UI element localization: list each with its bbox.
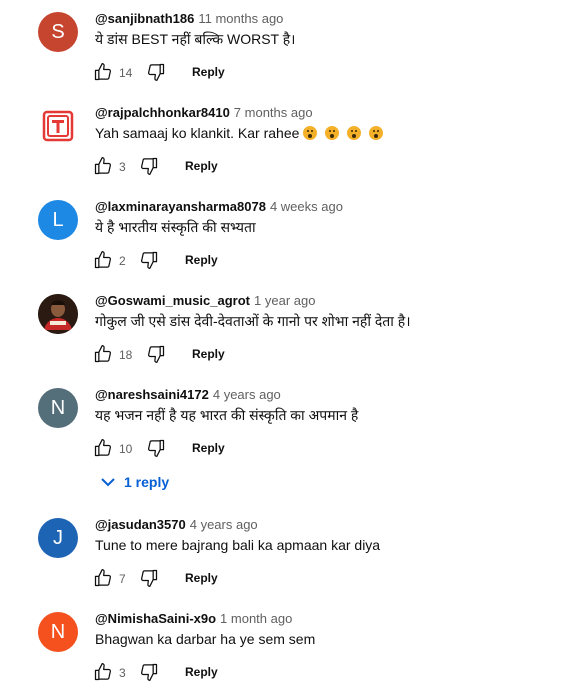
comment-thread: @Goswami_music_agrot 1 year ago गोकुल जी … bbox=[0, 292, 575, 372]
like-count: 3 bbox=[119, 160, 126, 174]
author-name[interactable]: @jasudan3570 bbox=[95, 517, 186, 532]
author-name[interactable]: @laxminarayansharma8078 bbox=[95, 199, 266, 214]
author-name[interactable]: @NimishaSaini-x9o bbox=[95, 611, 216, 626]
comment-text: Bhagwan ka darbar ha ye sem sem bbox=[95, 631, 316, 647]
author-name[interactable]: @Goswami_music_agrot bbox=[95, 293, 250, 308]
comment-time[interactable]: 4 weeks ago bbox=[270, 199, 343, 214]
comment-text: ये है भारतीय संस्कृति की सभ्यता bbox=[95, 219, 256, 235]
thumbs-down-icon[interactable] bbox=[146, 344, 166, 364]
thumbs-up-icon[interactable] bbox=[93, 568, 113, 588]
comment-text: गोकुल जी एसे डांस देवी-देवताओं के गानो प… bbox=[95, 313, 411, 329]
avatar-logo-icon bbox=[38, 106, 78, 146]
reply-button[interactable]: Reply bbox=[185, 664, 218, 680]
comment-time[interactable]: 7 months ago bbox=[234, 105, 313, 120]
reply-button[interactable]: Reply bbox=[185, 252, 218, 268]
comment-time[interactable]: 4 years ago bbox=[190, 517, 258, 532]
author-name[interactable]: @sanjibnath186 bbox=[95, 11, 194, 26]
thumbs-up-icon[interactable] bbox=[93, 662, 113, 682]
author-name[interactable]: @rajpalchhonkar8410 bbox=[95, 105, 230, 120]
comment-header: @laxminarayansharma8078 4 weeks ago bbox=[95, 198, 343, 216]
reply-button[interactable]: Reply bbox=[185, 158, 218, 174]
comment-thread: N @NimishaSaini-x9o 1 month ago Bhagwan k… bbox=[0, 610, 575, 690]
avatar[interactable] bbox=[38, 294, 78, 334]
comment-text: यह भजन नहीं है यह भारत की संस्कृति का अप… bbox=[95, 407, 359, 423]
avatar-photo-icon bbox=[38, 294, 78, 334]
like-count: 7 bbox=[119, 572, 126, 586]
comment-header: @rajpalchhonkar8410 7 months ago bbox=[95, 104, 313, 122]
thumbs-up-icon[interactable] bbox=[93, 438, 113, 458]
comment-thread: S @sanjibnath186 11 months ago ये डांस BE… bbox=[0, 10, 575, 90]
astonished-face-icon bbox=[325, 126, 340, 140]
comment-header: @NimishaSaini-x9o 1 month ago bbox=[95, 610, 292, 628]
avatar[interactable]: J bbox=[38, 518, 78, 558]
avatar[interactable]: S bbox=[38, 12, 78, 52]
comment-header: @jasudan3570 4 years ago bbox=[95, 516, 258, 534]
astonished-face-icon bbox=[369, 126, 384, 140]
thumbs-down-icon[interactable] bbox=[139, 662, 159, 682]
astonished-face-icon bbox=[303, 126, 318, 140]
comment-thread: @rajpalchhonkar8410 7 months ago Yah sama… bbox=[0, 104, 575, 184]
thumbs-up-icon[interactable] bbox=[93, 156, 113, 176]
comment-thread: L @laxminarayansharma8078 4 weeks ago ये … bbox=[0, 198, 575, 278]
avatar[interactable] bbox=[38, 106, 78, 146]
author-name[interactable]: @nareshsaini4172 bbox=[95, 387, 209, 402]
thumbs-down-icon[interactable] bbox=[139, 156, 159, 176]
replies-count-label: 1 reply bbox=[124, 474, 170, 490]
reply-button[interactable]: Reply bbox=[192, 346, 225, 362]
like-count: 10 bbox=[119, 442, 133, 456]
comment-time[interactable]: 4 years ago bbox=[213, 387, 281, 402]
thumbs-down-icon[interactable] bbox=[146, 438, 166, 458]
comment-time[interactable]: 11 months ago bbox=[198, 11, 283, 26]
comment-text: Tune to mere bajrang bali ka apmaan kar … bbox=[95, 537, 381, 553]
comment-time[interactable]: 1 year ago bbox=[254, 293, 315, 308]
thumbs-down-icon[interactable] bbox=[139, 568, 159, 588]
thumbs-up-icon[interactable] bbox=[93, 344, 113, 364]
comment-header: @nareshsaini4172 4 years ago bbox=[95, 386, 281, 404]
reply-button[interactable]: Reply bbox=[192, 440, 225, 456]
comment-text: ये डांस BEST नहीं बल्कि WORST है। bbox=[95, 31, 296, 47]
thumbs-up-icon[interactable] bbox=[93, 250, 113, 270]
thumbs-up-icon[interactable] bbox=[93, 62, 113, 82]
comment-time[interactable]: 1 month ago bbox=[220, 611, 292, 626]
like-count: 14 bbox=[119, 66, 133, 80]
chevron-down-icon bbox=[101, 478, 115, 487]
avatar[interactable]: N bbox=[38, 388, 78, 428]
comment-thread: J @jasudan3570 4 years ago Tune to mere b… bbox=[0, 516, 575, 596]
like-count: 2 bbox=[119, 254, 126, 268]
comment-header: @sanjibnath186 11 months ago bbox=[95, 10, 283, 28]
comment-text-content: Yah samaaj ko klankit. Kar rahee bbox=[95, 125, 300, 141]
thumbs-down-icon[interactable] bbox=[146, 62, 166, 82]
avatar[interactable]: N bbox=[38, 612, 78, 652]
comment-thread: N @nareshsaini4172 4 years ago यह भजन नही… bbox=[0, 386, 575, 496]
avatar[interactable]: L bbox=[38, 200, 78, 240]
like-count: 18 bbox=[119, 348, 133, 362]
like-count: 3 bbox=[119, 666, 126, 680]
reply-button[interactable]: Reply bbox=[192, 64, 225, 80]
astonished-face-icon bbox=[347, 126, 362, 140]
comment-text: Yah samaaj ko klankit. Kar rahee bbox=[95, 123, 384, 143]
reply-button[interactable]: Reply bbox=[185, 570, 218, 586]
thumbs-down-icon[interactable] bbox=[139, 250, 159, 270]
comment-header: @Goswami_music_agrot 1 year ago bbox=[95, 292, 315, 310]
